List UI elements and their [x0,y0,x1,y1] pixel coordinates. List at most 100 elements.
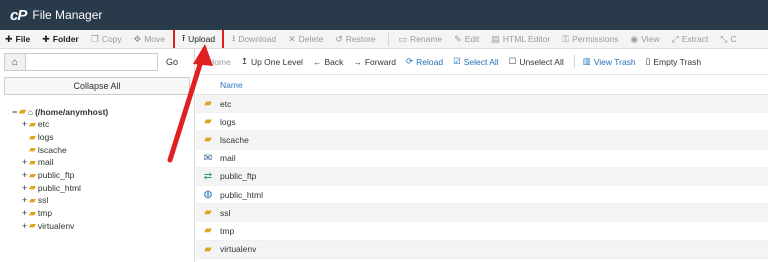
permissions-button[interactable]: ⚿ Permissions [562,34,618,45]
reload-button[interactable]: ⟳ Reload [406,56,443,67]
file-row[interactable]: ▰ logs [196,113,768,132]
tree-item-label: lscache [37,144,67,155]
tree-item-ssl[interactable]: + ▰ ssl [12,194,194,207]
file-row[interactable]: ✉ mail [196,150,768,168]
ftp-transfer-icon: ⇄ [203,170,213,182]
tree-item-mail[interactable]: + ▰ mail [12,156,194,169]
rename-button[interactable]: ▭ Rename [399,34,443,45]
home-icon: ⌂ [11,56,19,68]
file-name: public_ftp [220,171,257,182]
nav-home-button[interactable]: ⌂ Home [200,57,231,67]
tree-item-public-html[interactable]: + ▰ public_html [12,181,194,194]
expand-icon[interactable]: + [22,157,29,167]
tree-root[interactable]: − ▰ ⌂ (/home/anymhost) [12,105,194,118]
expand-icon[interactable]: + [22,170,29,180]
app-title: File Manager [32,8,103,22]
tree-item-virtualenv[interactable]: + ▰ virtualenv [12,220,194,233]
upload-button[interactable]: ⭱ Upload [173,30,225,48]
edit-button[interactable]: ✎ Edit [454,34,479,45]
trash-icon: ▥ [582,56,591,66]
expand-icon[interactable]: + [22,119,29,129]
file-row[interactable]: ⇄ public_ftp [196,167,768,186]
tree-item-label: tmp [37,208,53,219]
main-toolbar: ✚ File ✚ Folder ❐ Copy ✥ Move ⭱ Upload ⭳ Downl… [0,30,768,49]
file-row[interactable]: ▰ ssl [196,204,768,223]
folder-icon: ▰ [204,225,212,237]
home-icon: ⌂ [27,106,34,117]
name-column-header[interactable]: Name [196,75,768,95]
view-button[interactable]: ◉ View [630,34,659,45]
tree-item-label: public_html [37,182,81,193]
new-file-button[interactable]: ✚ File [5,34,30,45]
collapse-all-button[interactable]: Collapse All [4,77,190,95]
folder-icon: ▰ [204,116,212,128]
view-trash-button[interactable]: ▥ View Trash [583,56,636,67]
tree-item-logs[interactable]: ▰ logs [12,131,194,144]
tree-item-tmp[interactable]: + ▰ tmp [12,207,194,220]
file-name: virtualenv [220,244,257,255]
html-editor-button[interactable]: ▤ HTML Editor [491,34,550,45]
move-button[interactable]: ✥ Move [134,34,165,45]
level-up-icon: ↥ [240,56,248,66]
extract-button[interactable]: ⤢ Extract [672,34,709,45]
move-icon: ✥ [133,33,142,44]
file-list-panel: ⌂ Home ↥ Up One Level ← Back → Forward ⟳ Relo… [196,49,768,262]
app-header: cP File Manager [0,0,768,30]
expand-icon[interactable]: + [22,208,29,218]
delete-button[interactable]: ✕ Delete [288,34,323,45]
checkbox-empty-icon: ☐ [508,56,517,66]
home-icon: ⌂ [200,56,206,67]
file-row[interactable]: ◍ public_html [196,186,768,205]
back-button[interactable]: ← Back [313,57,343,67]
tree-root-label: (/home/anymhost) [35,106,109,117]
tree-item-etc[interactable]: + ▰ etc [12,118,194,131]
up-one-level-button[interactable]: ↥ Up One Level [241,56,303,67]
rename-icon: ▭ [398,33,408,44]
tree-item-public-ftp[interactable]: + ▰ public_ftp [12,169,194,182]
file-name: tmp [220,225,235,236]
file-name: logs [220,116,236,127]
download-button[interactable]: ⭳ Download [232,31,276,47]
file-row[interactable]: ▰ lscache [196,131,768,150]
new-folder-button[interactable]: ✚ Folder [42,34,79,45]
toolbar-divider [387,32,389,46]
collapse-icon[interactable]: − [12,107,19,117]
file-row[interactable]: ▰ tmp [196,222,768,241]
file-row[interactable]: ▰ virtualenv [196,240,768,259]
path-bar: ⌂ Go [0,49,194,75]
expand-icon[interactable]: + [22,221,29,231]
file-name: etc [220,98,232,109]
compress-button[interactable]: ⤡ C [720,34,736,45]
upload-icon: ⭱ [182,33,186,43]
arrow-left-icon: ← [312,56,322,67]
folder-icon: ▰ [29,169,36,180]
html-editor-icon: ▤ [491,33,500,44]
pencil-icon: ✎ [454,33,462,44]
folder-icon: ▰ [29,131,36,142]
folder-icon: ▰ [204,243,212,255]
select-all-button[interactable]: ☑ Select All [453,56,499,67]
home-path-button[interactable]: ⌂ [4,53,26,71]
empty-trash-button[interactable]: ▯ Empty Trash [646,56,701,67]
folder-icon: ▰ [29,144,36,155]
path-input[interactable] [26,53,158,71]
folder-icon: ▰ [29,194,36,205]
expand-icon[interactable]: + [22,183,29,193]
copy-icon: ❐ [90,33,99,44]
globe-icon: ◍ [203,189,213,201]
restore-icon: ↺ [335,33,343,44]
tree-item-label: virtualenv [37,220,75,231]
cpanel-logo: cP [10,6,27,24]
file-row[interactable]: ▰ etc [196,95,768,114]
unselect-all-button[interactable]: ☐ Unselect All [509,56,564,67]
go-button[interactable]: Go [162,53,182,71]
mail-icon: ✉ [203,152,213,164]
forward-button[interactable]: → Forward [353,57,396,67]
tree-item-lscache[interactable]: ▰ lscache [12,143,194,156]
copy-button[interactable]: ❐ Copy [91,34,122,45]
expand-icon[interactable]: + [22,195,29,205]
restore-button[interactable]: ↺ Restore [335,34,375,45]
arrow-right-icon: → [353,56,362,67]
plus-icon: ✚ [5,33,13,44]
file-name: mail [220,153,236,164]
